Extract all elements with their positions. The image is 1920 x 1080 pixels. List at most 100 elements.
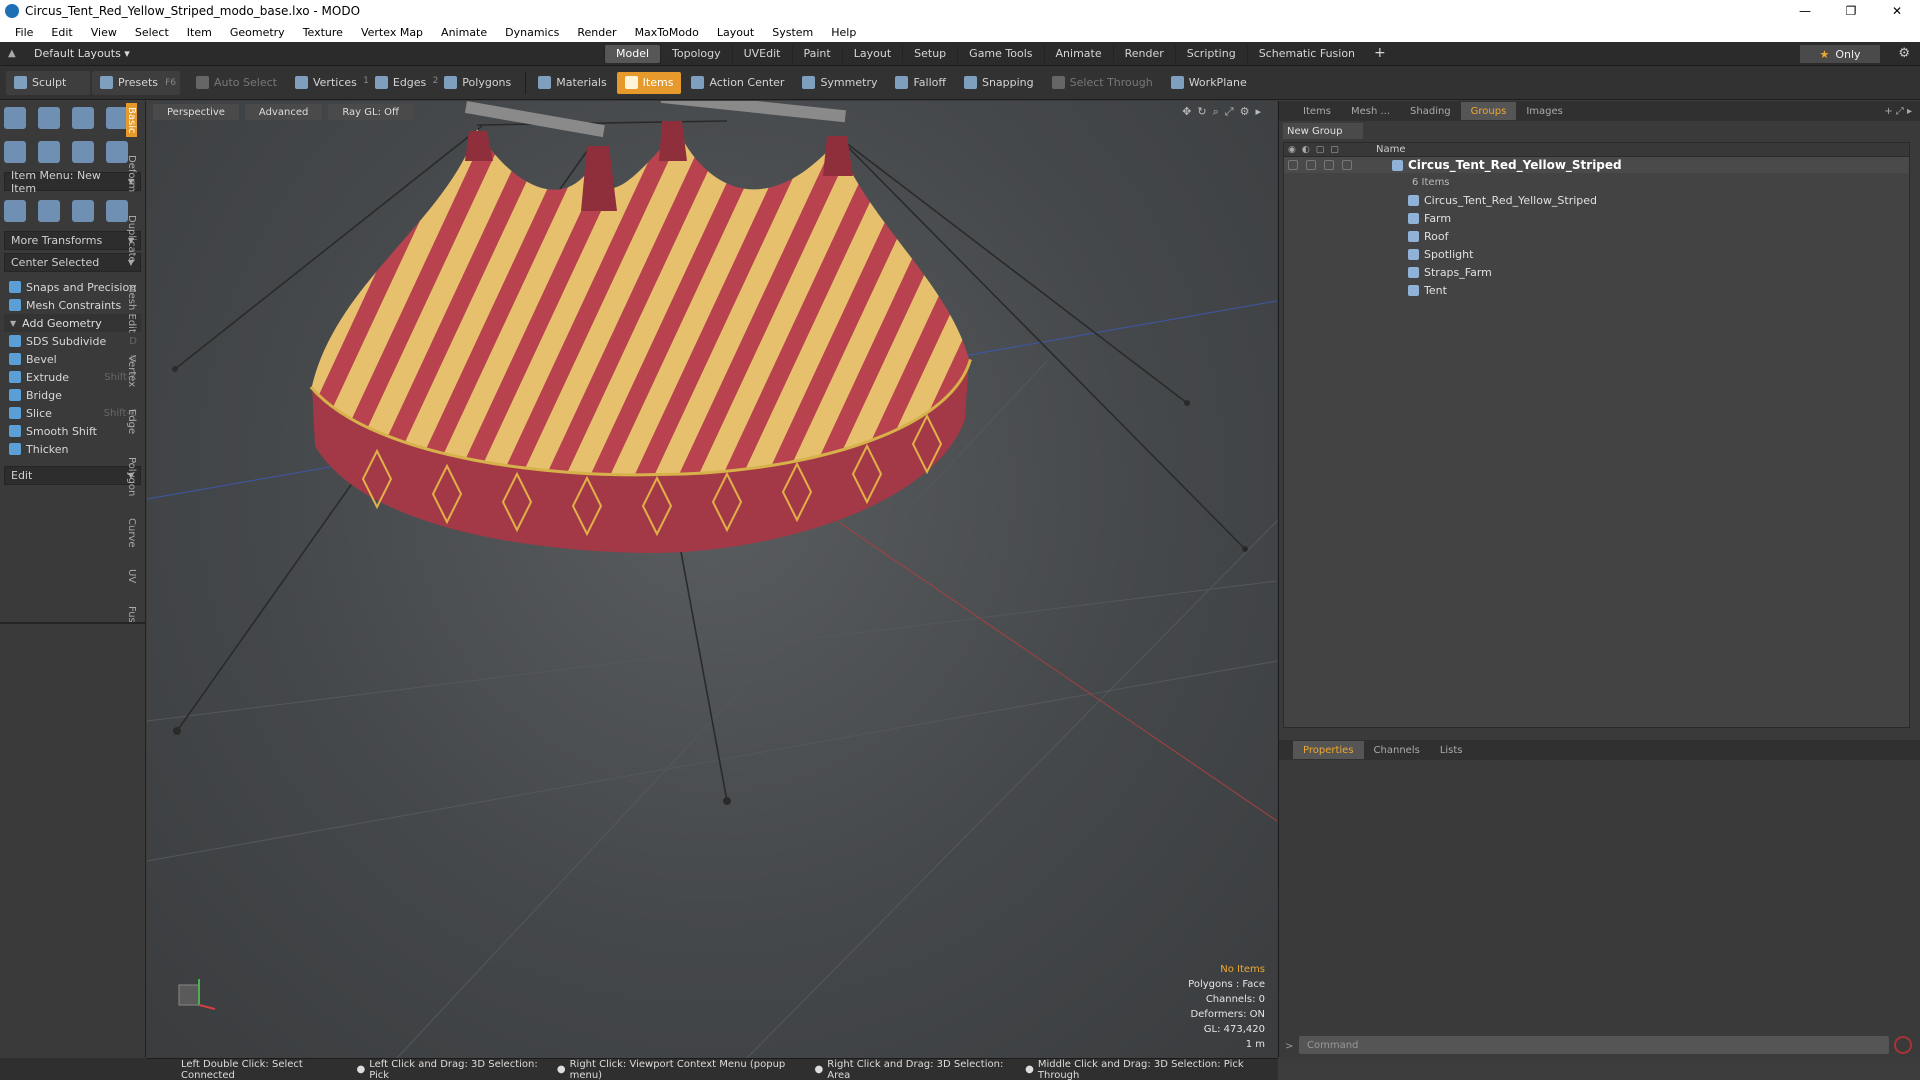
presets-button[interactable]: Presets F6 (92, 70, 180, 95)
add-tab-button[interactable]: + (1366, 45, 1394, 63)
menu-animate[interactable]: Animate (432, 26, 496, 39)
capsule-icon[interactable] (38, 141, 60, 163)
falloff-button[interactable]: Falloff (887, 72, 953, 94)
only-toggle[interactable]: ★ Only (1800, 45, 1880, 63)
fit-icon[interactable]: ⤢ (1225, 105, 1234, 119)
menu-maxtomodo[interactable]: MaxToModo (626, 26, 708, 39)
new-group-button[interactable]: New Group (1283, 123, 1363, 139)
cube-icon[interactable] (4, 107, 26, 129)
symmetry-button[interactable]: Symmetry (794, 72, 885, 94)
pen-icon[interactable] (72, 141, 94, 163)
smooth-shift-button[interactable]: Smooth Shift (4, 422, 141, 440)
menu-geometry[interactable]: Geometry (221, 26, 294, 39)
side-tab-edge[interactable]: Edge (126, 405, 137, 438)
tab-topology[interactable]: Topology (660, 45, 732, 63)
advanced-button[interactable]: Advanced (244, 104, 323, 120)
zoom-icon[interactable]: ⌕ (1213, 105, 1219, 119)
more-transforms-dropdown[interactable]: More Transforms ▼ (4, 231, 141, 250)
viewport-menu-icon[interactable]: ▸ (1255, 105, 1261, 119)
render-toggle[interactable] (1306, 160, 1316, 170)
edges-button[interactable]: Edges 2 (367, 72, 438, 94)
side-tab-vertex[interactable]: Vertex (126, 351, 137, 391)
viewport-settings-icon[interactable]: ⚙ (1240, 105, 1250, 119)
cone-icon[interactable] (106, 107, 128, 129)
tree-item[interactable]: Circus_Tent_Red_Yellow_Striped (1284, 191, 1909, 209)
menu-dynamics[interactable]: Dynamics (496, 26, 568, 39)
gear-icon[interactable]: ⚙ (1898, 46, 1910, 61)
bridge-button[interactable]: Bridge (4, 386, 141, 404)
record-icon[interactable] (1894, 1036, 1912, 1054)
menu-render[interactable]: Render (568, 26, 625, 39)
pan-icon[interactable]: ✥ (1182, 105, 1191, 119)
menu-vertex-map[interactable]: Vertex Map (352, 26, 432, 39)
tab-uvedit[interactable]: UVEdit (731, 45, 792, 63)
tab-paint[interactable]: Paint (791, 45, 842, 63)
side-tab-uv[interactable]: UV (126, 565, 137, 587)
snaps-precision-button[interactable]: Snaps and Precision (4, 278, 141, 296)
raygl-button[interactable]: Ray GL: Off (328, 104, 413, 120)
tab-lists[interactable]: Lists (1430, 741, 1473, 759)
mesh-constraints-button[interactable]: Mesh Constraints (4, 296, 141, 314)
action-center-button[interactable]: Action Center (683, 72, 792, 94)
tree-item[interactable]: Tent (1284, 281, 1909, 299)
cylinder-icon[interactable] (72, 107, 94, 129)
select-through-button[interactable]: Select Through (1044, 72, 1161, 94)
select-toggle[interactable] (1342, 160, 1352, 170)
tab-properties[interactable]: Properties (1293, 741, 1364, 759)
eye-toggle[interactable] (1288, 160, 1298, 170)
sphere-icon[interactable] (38, 107, 60, 129)
workplane-button[interactable]: WorkPlane (1163, 72, 1255, 94)
menu-item[interactable]: Item (178, 26, 221, 39)
tree-item[interactable]: Spotlight (1284, 245, 1909, 263)
vertices-button[interactable]: Vertices 1 (287, 72, 369, 94)
tab-setup[interactable]: Setup (902, 45, 957, 63)
menu-file[interactable]: File (6, 26, 42, 39)
text-icon[interactable] (106, 141, 128, 163)
snapping-button[interactable]: Snapping (956, 72, 1042, 94)
maximize-button[interactable]: ❐ (1828, 0, 1874, 22)
center-selected-dropdown[interactable]: Center Selected ▼ (4, 253, 141, 272)
menu-view[interactable]: View (82, 26, 126, 39)
rotate-icon[interactable] (38, 200, 60, 222)
tab-images[interactable]: Images (1516, 102, 1573, 120)
transform-icon[interactable] (106, 200, 128, 222)
move-icon[interactable] (4, 200, 26, 222)
layout-selector[interactable]: ▲ Default Layouts ▾ (8, 47, 130, 60)
polygons-button[interactable]: Polygons (436, 72, 519, 94)
lock-toggle[interactable] (1324, 160, 1334, 170)
tab-layout[interactable]: Layout (841, 45, 902, 63)
tab-shading[interactable]: Shading (1400, 102, 1461, 120)
add-geometry-section[interactable]: ▼ Add Geometry (4, 314, 141, 332)
tab-mesh[interactable]: Mesh ... (1341, 102, 1400, 120)
menu-help[interactable]: Help (822, 26, 865, 39)
menu-texture[interactable]: Texture (294, 26, 352, 39)
side-tab-duplicate[interactable]: Duplicate (126, 211, 137, 267)
tab-model[interactable]: Model (604, 45, 661, 63)
side-tab-mesh-edit[interactable]: Mesh Edit (126, 280, 137, 337)
command-input[interactable]: Command (1299, 1036, 1889, 1054)
scale-icon[interactable] (72, 200, 94, 222)
side-tab-curve[interactable]: Curve (126, 514, 137, 552)
thicken-button[interactable]: Thicken (4, 440, 141, 458)
3d-viewport[interactable]: Perspective Advanced Ray GL: Off ✥ ↻ ⌕ ⤢… (147, 101, 1277, 1058)
materials-button[interactable]: Materials (530, 72, 614, 94)
bevel-button[interactable]: Bevel B (4, 350, 141, 368)
side-tab-basic[interactable]: Basic (126, 103, 137, 138)
tab-channels[interactable]: Channels (1364, 741, 1430, 759)
item-menu-dropdown[interactable]: Item Menu: New Item ▼ (4, 169, 141, 195)
side-tab-deform[interactable]: Deform (126, 151, 137, 196)
torus-icon[interactable] (4, 141, 26, 163)
command-history-icon[interactable]: > (1285, 1041, 1293, 1052)
group-root-row[interactable]: Circus_Tent_Red_Yellow_Striped (1284, 157, 1909, 173)
add-tab-icon[interactable]: + ⤢ ▸ (1874, 102, 1920, 120)
side-tab-polygon[interactable]: Polygon (126, 453, 137, 500)
menu-layout[interactable]: Layout (708, 26, 763, 39)
close-button[interactable]: ✕ (1874, 0, 1920, 22)
sculpt-button[interactable]: Sculpt (6, 70, 90, 95)
extrude-button[interactable]: Extrude Shift-X (4, 368, 141, 386)
tab-schematic-fusion[interactable]: Schematic Fusion (1246, 45, 1366, 63)
menu-edit[interactable]: Edit (42, 26, 81, 39)
name-column-header[interactable]: Name (1366, 144, 1406, 155)
tree-item[interactable]: Roof (1284, 227, 1909, 245)
menu-system[interactable]: System (763, 26, 822, 39)
